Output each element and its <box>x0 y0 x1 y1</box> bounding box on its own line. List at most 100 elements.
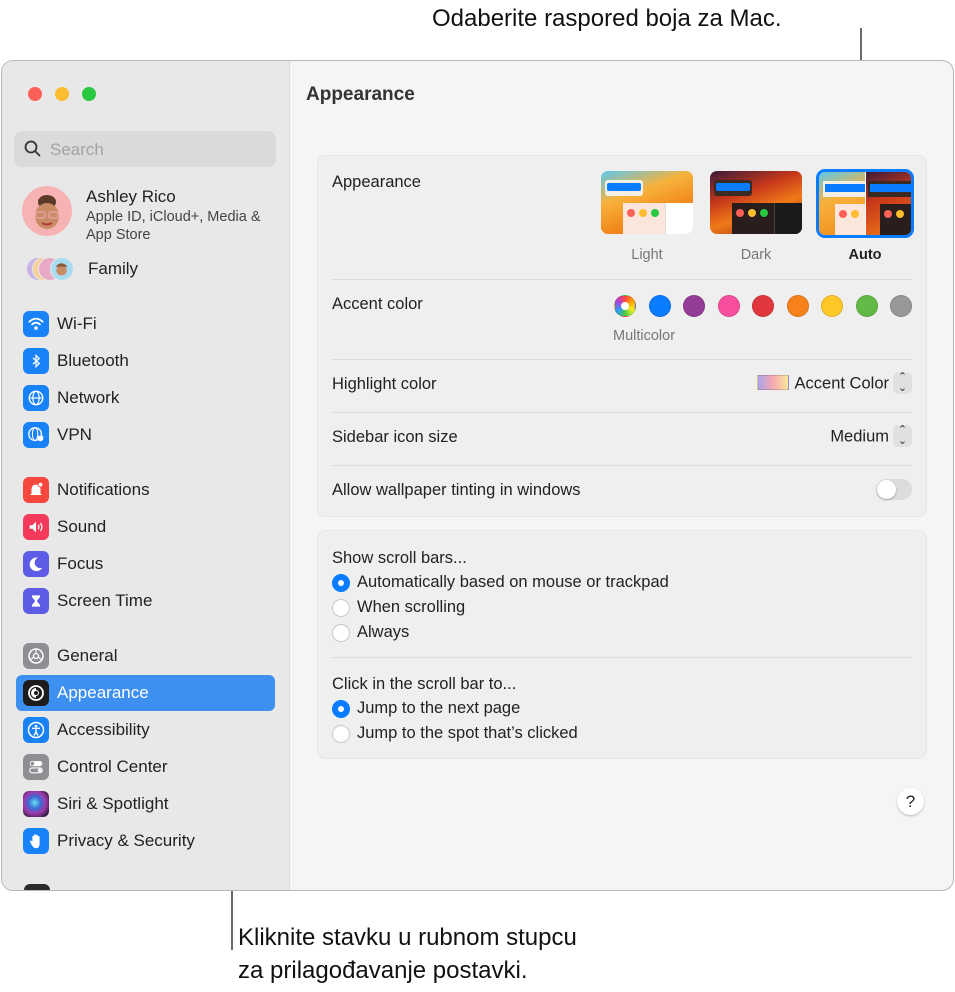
accent-swatch-orange[interactable] <box>786 295 809 317</box>
user-name: Ashley Rico <box>86 187 176 206</box>
search-placeholder: Search <box>50 140 104 159</box>
accent-color-row: Accent color Multicolor <box>332 280 912 360</box>
radio-label: Jump to the spot that’s clicked <box>357 724 578 742</box>
radio-button <box>332 599 350 617</box>
sidebar-item-network[interactable]: Network <box>16 380 275 416</box>
sidebar-item-siri[interactable]: Siri & Spotlight <box>16 786 275 822</box>
sidebar-item-label: Privacy & Security <box>57 831 195 850</box>
sidebar-item-appearance[interactable]: Appearance <box>16 675 275 711</box>
appearance-label: Appearance <box>332 173 421 191</box>
accent-swatch-blue[interactable] <box>648 295 671 317</box>
accent-swatch-graphite[interactable] <box>890 295 912 317</box>
sidebar-item-label: VPN <box>57 425 92 444</box>
radio-button <box>332 725 350 743</box>
family-avatar <box>50 257 74 281</box>
radio-button <box>332 700 350 718</box>
sidebar-item-label: Control Center <box>57 757 168 776</box>
radio-button <box>332 574 350 592</box>
chevron-updown-icon: ⌃ ⌄ <box>893 372 912 394</box>
highlight-color-value: Accent Color <box>794 374 889 393</box>
click-scroll-label: Click in the scroll bar to... <box>332 675 517 693</box>
sidebar-item-bluetooth[interactable]: Bluetooth <box>16 343 275 379</box>
highlight-color-popup[interactable]: Accent Color ⌃ ⌄ <box>756 372 912 395</box>
main-pane: Appearance Appearance Light Dark Auto Ac… <box>291 61 953 890</box>
accent-swatch-green[interactable] <box>855 295 878 317</box>
search-field[interactable]: Search <box>14 131 276 167</box>
sidebar-item-notifications[interactable]: Notifications <box>16 472 275 508</box>
sidebar-item-label: Network <box>57 388 120 407</box>
appearance-option-auto[interactable] <box>816 169 914 238</box>
accent-swatch-yellow[interactable] <box>821 295 843 317</box>
scroll-bars-card: Show scroll bars... Automatically based … <box>317 530 927 759</box>
sidebar-item-label: Wi-Fi <box>57 314 97 333</box>
sidebar-item-wifi[interactable]: Wi-Fi <box>16 306 275 342</box>
appearance-option-light-label: Light <box>631 247 663 263</box>
sidebar-item-screen-time[interactable]: Screen Time <box>16 583 275 619</box>
radio-button <box>332 624 350 642</box>
gear-icon <box>23 643 49 669</box>
callout-bottom-line2: za prilagođavanje postavki. <box>238 957 528 984</box>
accent-swatch-red[interactable] <box>752 295 774 317</box>
sidebar-item-label: General <box>57 646 118 665</box>
bluetooth-icon <box>23 348 49 374</box>
highlight-color-row: Highlight color Accent Color ⌃ ⌄ <box>332 360 912 413</box>
sidebar-item-accessibility[interactable]: Accessibility <box>16 712 275 748</box>
search-icon <box>24 140 41 157</box>
sidebar-item-general[interactable]: General <box>16 638 275 674</box>
appearance-option-light[interactable] <box>601 171 693 234</box>
radio-label: When scrolling <box>357 598 466 616</box>
sidebar-icon-size-popup[interactable]: Medium ⌃ ⌄ <box>830 425 912 448</box>
sidebar-item-privacy[interactable]: Privacy & Security <box>16 823 275 859</box>
callout-bottom-line1: Kliknite stavku u rubnom stupcu <box>238 924 577 951</box>
sidebar-item-vpn[interactable]: VPN <box>16 417 275 453</box>
zoom-button[interactable] <box>82 87 96 101</box>
sidebar-item-label: Siri & Spotlight <box>57 794 169 813</box>
highlight-color-swatch <box>756 374 789 390</box>
sidebar-item-label: Bluetooth <box>57 351 129 370</box>
appearance-icon <box>23 680 49 706</box>
toggle-knob <box>877 480 896 499</box>
avatar <box>22 186 72 236</box>
accent-swatch-pink[interactable] <box>717 295 740 317</box>
speaker-icon <box>23 514 49 540</box>
sidebar-item-label: Sound <box>57 517 107 536</box>
minimize-button[interactable] <box>55 87 69 101</box>
appearance-card: Appearance Light Dark Auto Accent color … <box>317 155 927 517</box>
accent-swatch-multicolor[interactable] <box>614 295 636 317</box>
sidebar-icon-size-label: Sidebar icon size <box>332 428 458 446</box>
accent-swatch-purple[interactable] <box>683 295 705 317</box>
globe-icon <box>23 385 49 411</box>
close-button[interactable] <box>28 87 42 101</box>
vpn-globe-icon <box>23 422 49 448</box>
appearance-row: Appearance Light Dark Auto <box>332 156 914 280</box>
sidebar-item-label: Focus <box>57 554 104 573</box>
sidebar-item-sound[interactable]: Sound <box>16 509 275 545</box>
sidebar-item-focus[interactable]: Focus <box>16 546 275 582</box>
family-label: Family <box>88 259 139 278</box>
help-button[interactable]: ? <box>897 788 924 815</box>
user-subtitle: Apple ID, iCloud+, Media & App Store <box>86 209 261 243</box>
wallpaper-tinting-label: Allow wallpaper tinting in windows <box>332 481 581 499</box>
accent-color-label: Accent color <box>332 295 423 313</box>
bell-icon <box>23 477 49 503</box>
radio-label: Jump to the next page <box>357 699 521 717</box>
radio-label: Automatically based on mouse or trackpad <box>357 573 669 591</box>
callout-top: Odaberite raspored boja za Mac. <box>432 5 782 32</box>
sidebar-icon-size-value: Medium <box>830 427 889 446</box>
sidebar: Search Ashley Rico Apple ID, iCloud+, Me… <box>2 61 290 890</box>
page-title: Appearance <box>306 84 415 105</box>
sidebar-item-label: Screen Time <box>57 591 153 610</box>
sidebar-item-label: Appearance <box>57 683 149 702</box>
wallpaper-tinting-toggle[interactable] <box>876 479 912 500</box>
radio-label: Always <box>357 623 410 641</box>
wifi-icon <box>23 311 49 337</box>
moon-icon <box>23 551 49 577</box>
toggles-icon <box>23 754 49 780</box>
sidebar-item-partial-icon <box>24 884 50 890</box>
sidebar-item-control-center[interactable]: Control Center <box>16 749 275 785</box>
sidebar-item-label: Accessibility <box>57 720 150 739</box>
siri-icon <box>23 791 49 817</box>
appearance-option-dark-label: Dark <box>740 247 772 263</box>
appearance-option-dark[interactable] <box>710 171 802 234</box>
sidebar-icon-size-row: Sidebar icon size Medium ⌃ ⌄ <box>332 413 912 466</box>
